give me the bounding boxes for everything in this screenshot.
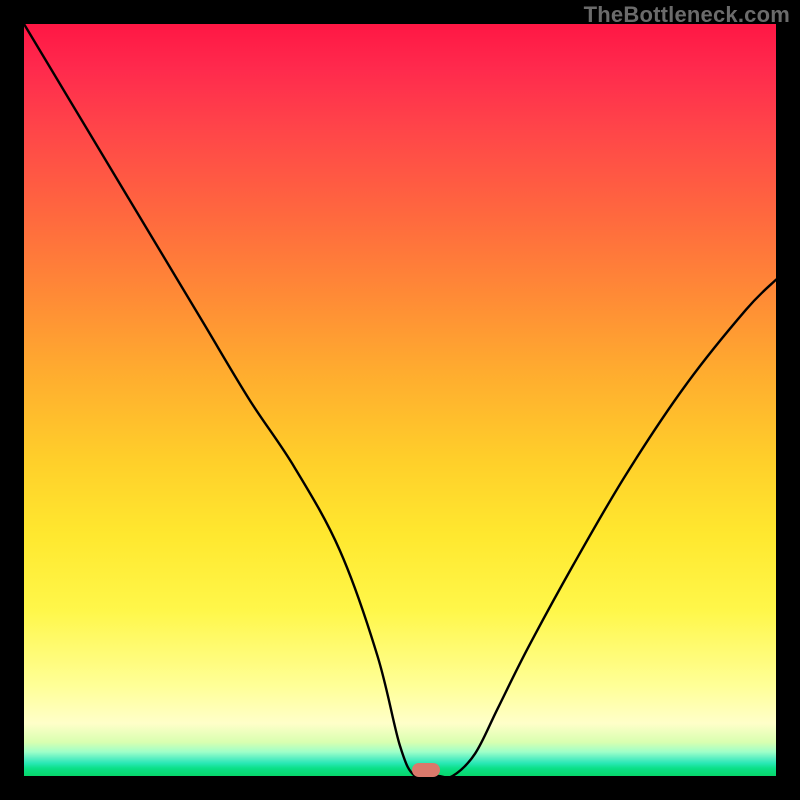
bottleneck-curve [24, 24, 776, 776]
watermark-text: TheBottleneck.com [584, 2, 790, 28]
chart-frame: TheBottleneck.com [0, 0, 800, 800]
plot-area [24, 24, 776, 776]
curve-path [24, 24, 776, 778]
optimum-marker [412, 763, 440, 777]
